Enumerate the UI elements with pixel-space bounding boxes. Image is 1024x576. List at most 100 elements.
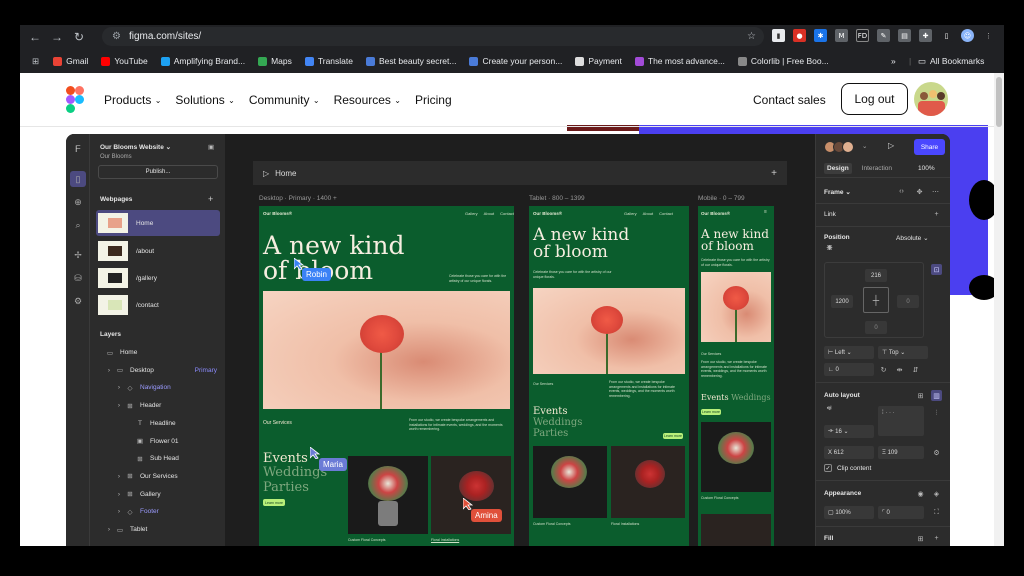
bookmark-item[interactable]: Payment xyxy=(575,56,622,66)
radius-field[interactable]: ⌜ 0 xyxy=(878,506,924,519)
layer-item[interactable]: › ▭ Tablet xyxy=(90,521,225,538)
page-item-home[interactable]: Home xyxy=(96,210,220,236)
forward-icon[interactable]: → xyxy=(46,30,68,44)
page-item-about[interactable]: /about xyxy=(96,238,220,264)
extension-icon[interactable]: ▤ xyxy=(898,29,911,42)
bookmark-item[interactable]: Create your person... xyxy=(469,56,562,66)
checkbox[interactable]: ✓ xyxy=(824,464,832,472)
grid-icon[interactable]: ⊞ xyxy=(915,390,926,401)
bottom-offset-field[interactable]: 0 xyxy=(865,321,887,334)
page-scrollbar[interactable] xyxy=(994,73,1004,546)
horizontal-constraint[interactable]: ⊢ Left ⌄ xyxy=(824,346,874,359)
share-button[interactable]: Share xyxy=(914,139,945,155)
constraint-widget[interactable]: ┼ xyxy=(863,287,889,313)
layer-item[interactable]: › ◇ Navigation xyxy=(90,379,225,396)
opacity-field[interactable]: ▢ 100% xyxy=(824,506,874,519)
add-fill-icon[interactable]: + xyxy=(931,533,942,544)
vertical-constraint[interactable]: ⊤ Top ⌄ xyxy=(878,346,928,359)
bookmark-item[interactable]: YouTube xyxy=(101,56,148,66)
chevron-right-icon[interactable]: › xyxy=(116,508,122,515)
extension-icon[interactable]: ▮ xyxy=(772,29,785,42)
profile-avatar[interactable]: ☺ xyxy=(961,29,974,42)
height-field[interactable]: Ξ 109 xyxy=(878,446,924,459)
extension-icon[interactable]: M xyxy=(835,29,848,42)
blend-icon[interactable]: ◈ xyxy=(931,488,942,499)
tab-interaction[interactable]: Interaction xyxy=(862,165,892,172)
menu-solutions[interactable]: Solutions ⌄ xyxy=(175,93,234,107)
add-link-icon[interactable]: + xyxy=(931,209,942,220)
layout-settings-icon[interactable]: ⫶ xyxy=(931,408,942,419)
menu-community[interactable]: Community ⌄ xyxy=(249,93,320,107)
layer-item[interactable]: › ⊞ Gallery xyxy=(90,486,225,503)
gap-field[interactable]: ⟛ 16 ⌄ xyxy=(824,425,874,438)
desktop-frame[interactable]: Our Blooms® Gallery About Contact A new … xyxy=(259,206,514,546)
more-icon[interactable]: ⋯ xyxy=(930,186,941,197)
frame-selector[interactable]: Frame ⌄ xyxy=(824,188,851,196)
extension-icon[interactable]: FD xyxy=(856,29,869,42)
component-icon[interactable]: ✥ xyxy=(914,186,925,197)
clip-content-row[interactable]: ✓ Clip content xyxy=(824,464,871,472)
width-field[interactable]: X 612 xyxy=(824,446,874,459)
cta-button[interactable]: Learn more xyxy=(701,409,721,415)
page-item-gallery[interactable]: /gallery xyxy=(96,265,220,291)
menu-resources[interactable]: Resources ⌄ xyxy=(334,93,401,107)
mobile-frame[interactable]: Our Blooms® ≡ A new kind of bloom Celebr… xyxy=(698,206,774,546)
bookmark-item[interactable]: Maps xyxy=(258,56,292,66)
flip-v-icon[interactable]: ⇵ xyxy=(910,364,921,375)
layer-item[interactable]: › ⊞ Header xyxy=(90,397,225,414)
site-name[interactable]: Our Blooms Website ⌄ xyxy=(100,143,171,151)
bookmark-item[interactable]: Colorlib | Free Boo... xyxy=(737,56,829,66)
chevron-right-icon[interactable]: › xyxy=(106,367,112,374)
pages-icon[interactable]: ▯ xyxy=(70,171,86,187)
chevron-right-icon[interactable]: › xyxy=(116,491,122,498)
apps-grid-icon[interactable]: ⊞ xyxy=(32,56,39,67)
figma-logo-icon[interactable] xyxy=(66,86,84,114)
user-avatar[interactable] xyxy=(914,82,948,116)
all-bookmarks-button[interactable]: ▭ All Bookmarks xyxy=(918,56,984,67)
flip-h-icon[interactable]: ⇹ xyxy=(894,364,905,375)
add-page-icon[interactable]: + xyxy=(208,194,213,204)
bookmark-item[interactable]: Gmail xyxy=(53,56,88,66)
zoom-level[interactable]: 100% xyxy=(918,165,935,172)
chevron-right-icon[interactable]: › xyxy=(116,473,122,480)
layer-item[interactable]: › ◇ Footer xyxy=(90,503,225,520)
play-icon[interactable]: ▷ xyxy=(263,169,269,178)
chevron-right-icon[interactable]: › xyxy=(116,384,122,391)
layer-item[interactable]: › ⊞ Our Services xyxy=(90,468,225,485)
cta-button[interactable]: Learn more xyxy=(663,433,683,439)
puzzle-icon[interactable]: ✚ xyxy=(919,29,932,42)
chevron-right-icon[interactable]: › xyxy=(106,526,112,533)
settings-icon[interactable]: ⚙ xyxy=(931,447,942,458)
back-icon[interactable]: ← xyxy=(24,30,46,44)
rotation-field[interactable]: ∟ 0 xyxy=(824,363,874,376)
styles-icon[interactable]: ⊞ xyxy=(915,533,926,544)
contact-sales-link[interactable]: Contact sales xyxy=(753,93,826,107)
more-icon[interactable]: ⋯ xyxy=(824,243,835,254)
reload-icon[interactable]: ↻ xyxy=(68,30,90,44)
expand-icon[interactable]: ⛶ xyxy=(931,507,942,518)
wrap-icon[interactable]: ↵ xyxy=(824,403,835,414)
page-item-contact[interactable]: /contact xyxy=(96,292,220,318)
sidepanel-icon[interactable]: ▯ xyxy=(940,29,953,42)
layer-item[interactable]: ▭ Home xyxy=(90,344,225,361)
position-mode[interactable]: Absolute ⌄ xyxy=(896,234,929,242)
cta-button[interactable]: Learn more xyxy=(263,499,285,506)
bookmark-item[interactable]: The most advance... xyxy=(634,56,725,66)
add-icon[interactable]: ⊕ xyxy=(70,194,86,210)
menu-products[interactable]: Products ⌄ xyxy=(104,93,161,107)
bookmark-item[interactable]: Translate xyxy=(304,56,353,66)
avatar[interactable] xyxy=(842,141,854,153)
logout-button[interactable]: Log out xyxy=(841,83,908,115)
layer-item[interactable]: ▣ Flower 01 xyxy=(90,433,225,450)
publish-button[interactable]: Publish... xyxy=(98,165,218,179)
constraints-toggle-icon[interactable]: ⊡ xyxy=(931,264,942,275)
sidebar-toggle-icon[interactable]: ▣ xyxy=(208,143,214,151)
site-info-icon[interactable]: ⚙ xyxy=(112,31,121,42)
left-offset-field[interactable]: 1200 xyxy=(831,295,853,308)
layer-item[interactable]: T Headline xyxy=(90,415,225,432)
components-icon[interactable]: ✢ xyxy=(70,247,86,263)
chevron-down-icon[interactable]: ⌄ xyxy=(862,142,867,150)
code-icon[interactable]: ‹› xyxy=(896,186,907,197)
extension-icon[interactable]: ● xyxy=(793,29,806,42)
kebab-menu-icon[interactable]: ⋮ xyxy=(982,29,995,42)
